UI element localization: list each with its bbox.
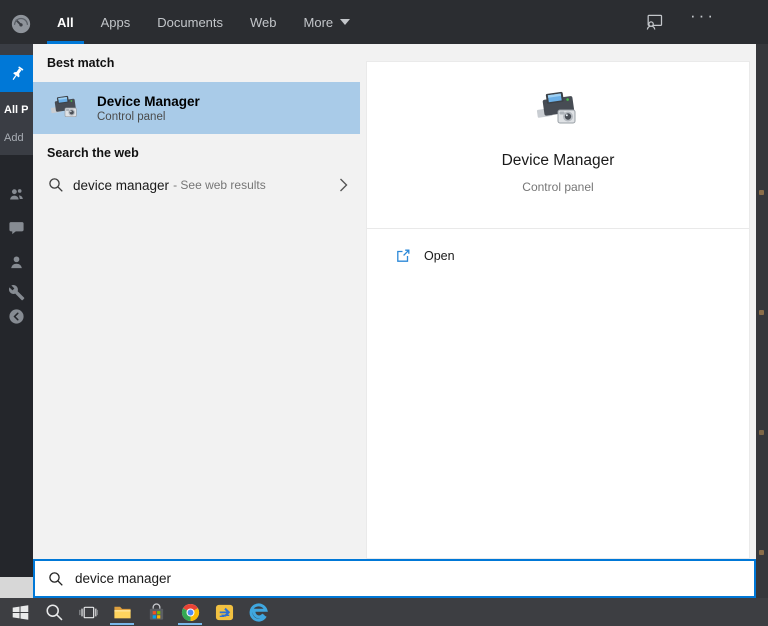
result-title: Device Manager bbox=[97, 93, 200, 109]
windows-logo-icon bbox=[12, 604, 28, 620]
best-match-text: Device Manager Control panel bbox=[97, 94, 200, 123]
pin-icon bbox=[12, 66, 23, 80]
desktop-strip bbox=[756, 44, 768, 598]
rail-label-all[interactable]: All P bbox=[4, 104, 28, 116]
microsoft-store-button[interactable] bbox=[144, 600, 168, 624]
web-annotation: - See web results bbox=[173, 178, 266, 192]
divider bbox=[367, 228, 749, 229]
running-indicator-chrome bbox=[178, 623, 202, 625]
rail-label-add[interactable]: Add bbox=[4, 132, 24, 144]
gauge-app-icon bbox=[11, 14, 31, 34]
feedback-icon[interactable] bbox=[644, 12, 664, 32]
preview-subtitle: Control panel bbox=[522, 180, 594, 194]
chrome-icon bbox=[181, 603, 199, 621]
edge-button[interactable] bbox=[246, 600, 270, 624]
desktop-icon-fragment bbox=[759, 430, 764, 435]
pinned-tile[interactable] bbox=[0, 55, 33, 92]
running-indicator-file-explorer bbox=[110, 623, 134, 625]
rail-footer bbox=[0, 577, 33, 598]
web-search-result[interactable]: device manager - See web results bbox=[33, 166, 360, 204]
person-icon[interactable] bbox=[8, 254, 25, 271]
search-box bbox=[33, 559, 756, 598]
tab-apps[interactable]: Apps bbox=[101, 0, 131, 44]
search-tabs-bar: All Apps Documents Web More ··· bbox=[0, 0, 768, 44]
chevron-right-icon bbox=[340, 178, 348, 192]
folder-icon bbox=[113, 606, 131, 618]
device-manager-icon bbox=[49, 92, 81, 124]
best-match-header: Best match bbox=[47, 56, 115, 70]
search-icon bbox=[48, 571, 64, 587]
search-button[interactable] bbox=[42, 600, 66, 624]
app-rail: All P Add bbox=[0, 44, 33, 598]
preview-card: Device Manager Control panel Open bbox=[367, 62, 749, 558]
tab-documents[interactable]: Documents bbox=[157, 0, 223, 44]
search-icon bbox=[48, 177, 64, 193]
best-match-result[interactable]: Device Manager Control panel bbox=[33, 82, 360, 134]
store-icon bbox=[149, 602, 163, 620]
search-icon bbox=[45, 603, 64, 622]
more-options-icon[interactable]: ··· bbox=[690, 6, 716, 26]
remote-desktop-button[interactable] bbox=[212, 600, 236, 624]
web-query: device manager bbox=[73, 177, 170, 193]
desktop-icon-fragment bbox=[759, 550, 764, 555]
search-filter-tabs: All Apps Documents Web More bbox=[47, 0, 351, 44]
back-icon[interactable] bbox=[8, 308, 25, 325]
open-action[interactable]: Open bbox=[367, 240, 749, 272]
task-view-icon bbox=[78, 606, 98, 618]
chat-icon[interactable] bbox=[8, 220, 25, 237]
wrench-icon[interactable] bbox=[8, 284, 25, 301]
windows-search-screen: All Apps Documents Web More ··· All P Ad… bbox=[0, 0, 768, 626]
open-icon bbox=[397, 249, 410, 262]
open-label: Open bbox=[424, 249, 455, 263]
taskbar bbox=[0, 598, 768, 626]
desktop-icon-fragment bbox=[759, 310, 764, 315]
chrome-button[interactable] bbox=[178, 600, 202, 624]
search-flyout: Best match Device Manager Control panel … bbox=[33, 44, 756, 559]
desktop-icon-fragment bbox=[759, 190, 764, 195]
tab-web[interactable]: Web bbox=[250, 0, 277, 44]
file-explorer-button[interactable] bbox=[110, 600, 134, 624]
result-subtitle: Control panel bbox=[97, 110, 166, 123]
remote-desktop-icon bbox=[215, 604, 233, 620]
device-manager-icon-large bbox=[534, 86, 582, 134]
tab-all[interactable]: All bbox=[47, 0, 84, 44]
people-icon[interactable] bbox=[8, 186, 25, 203]
edge-icon bbox=[249, 602, 268, 622]
start-button[interactable] bbox=[8, 600, 32, 624]
chevron-down-icon bbox=[340, 19, 351, 25]
search-web-header: Search the web bbox=[47, 146, 139, 160]
tab-more[interactable]: More bbox=[304, 0, 351, 44]
search-input[interactable] bbox=[73, 570, 754, 587]
task-view-button[interactable] bbox=[76, 600, 100, 624]
preview-title: Device Manager bbox=[501, 152, 615, 169]
